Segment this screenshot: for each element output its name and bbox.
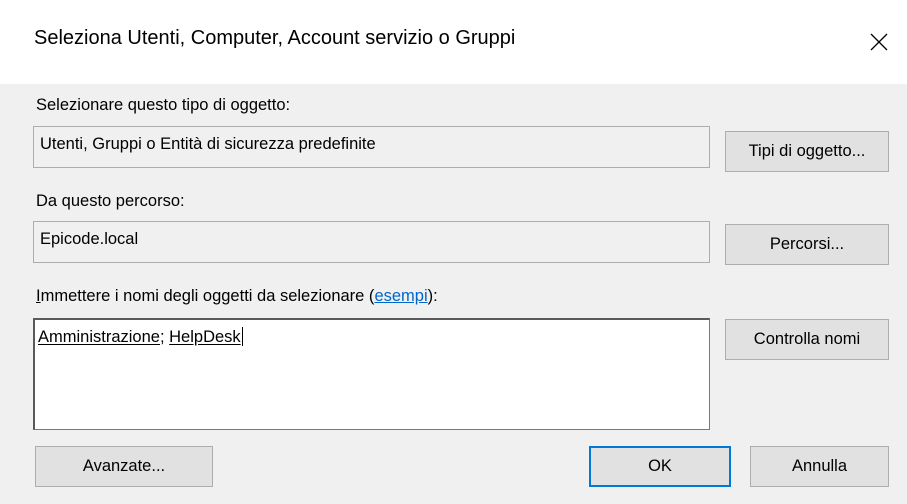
names-label-text: mmettere i nomi degli oggetti da selezio… xyxy=(40,287,375,305)
check-names-button-label: Controlla nomi xyxy=(753,330,861,348)
ok-button-label: OK xyxy=(648,457,672,475)
location-value: Epicode.local xyxy=(40,230,139,248)
advanced-button-label: Avanzate... xyxy=(82,457,166,475)
dialog-title: Seleziona Utenti, Computer, Account serv… xyxy=(34,27,516,49)
examples-link[interactable]: esempi xyxy=(374,287,427,305)
object-type-label: Selezionare questo tipo di oggetto: xyxy=(36,96,291,114)
location-label: Da questo percorso: xyxy=(36,192,185,210)
name-entry: HelpDesk xyxy=(169,328,241,346)
locations-button[interactable]: Percorsi... xyxy=(725,224,889,265)
object-types-button-label: Tipi di oggetto... xyxy=(748,142,866,160)
cancel-button[interactable]: Annulla xyxy=(750,446,889,487)
name-entry: Amministrazione xyxy=(38,328,160,346)
object-type-value: Utenti, Gruppi o Entità di sicurezza pre… xyxy=(40,135,376,153)
names-label: Immettere i nomi degli oggetti da selezi… xyxy=(36,287,438,306)
location-field: Epicode.local xyxy=(33,221,710,263)
locations-button-label: Percorsi... xyxy=(769,235,845,253)
object-names-input[interactable]: Amministrazione; HelpDesk xyxy=(33,318,710,430)
object-type-field: Utenti, Gruppi o Entità di sicurezza pre… xyxy=(33,126,710,168)
check-names-button[interactable]: Controlla nomi xyxy=(725,319,889,360)
close-button[interactable] xyxy=(851,0,907,84)
ok-button[interactable]: OK xyxy=(589,446,731,487)
select-users-dialog: Seleziona Utenti, Computer, Account serv… xyxy=(0,0,907,504)
title-bar: Seleziona Utenti, Computer, Account serv… xyxy=(0,0,907,84)
text-caret xyxy=(241,327,243,346)
advanced-button[interactable]: Avanzate... xyxy=(35,446,213,487)
cancel-button-label: Annulla xyxy=(791,457,848,475)
name-separator: ; xyxy=(159,328,170,346)
names-label-end: ): xyxy=(427,287,438,305)
object-types-button[interactable]: Tipi di oggetto... xyxy=(725,131,889,172)
close-icon xyxy=(870,33,888,51)
